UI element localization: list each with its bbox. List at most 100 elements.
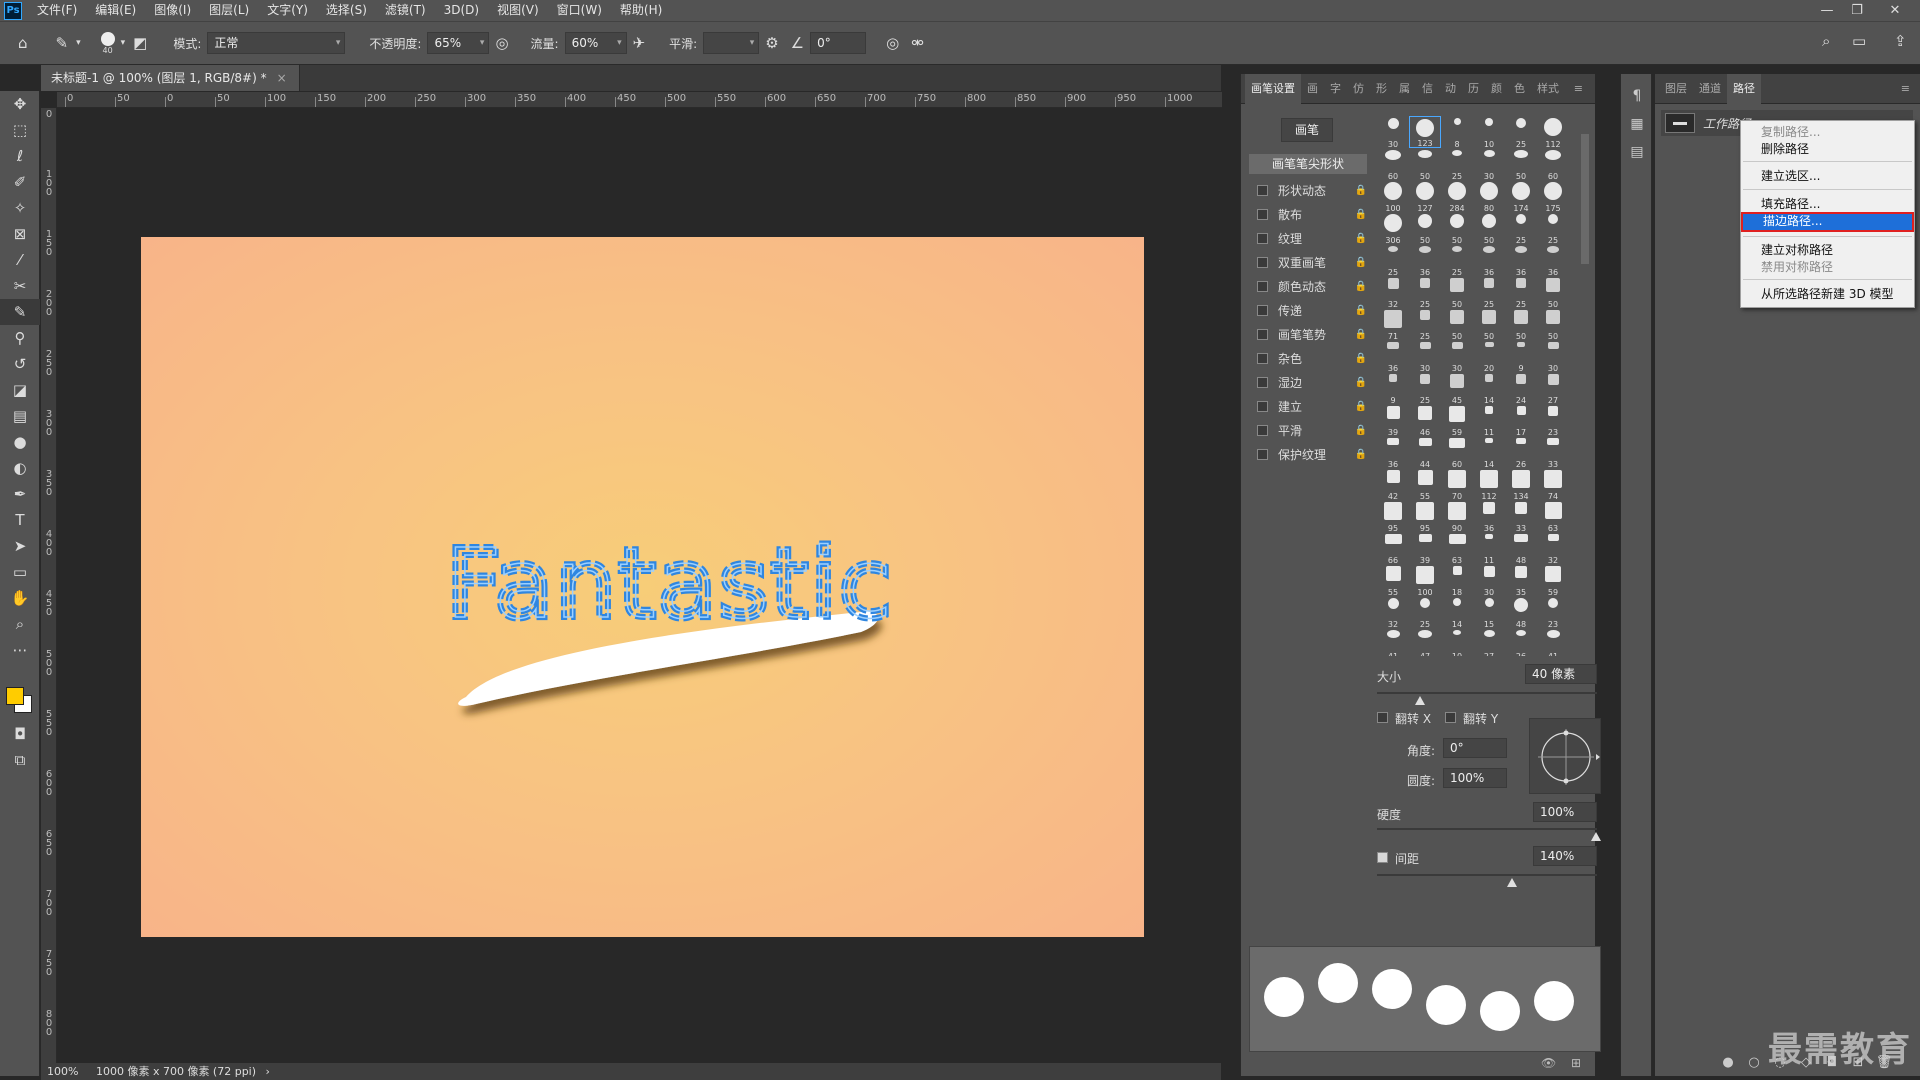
brush-option-checkbox[interactable] — [1257, 256, 1268, 268]
path-select-tool-icon[interactable]: ➤ — [0, 533, 40, 559]
lock-icon[interactable]: 🔒 — [1355, 425, 1367, 436]
airbrush-icon[interactable]: ✈ — [633, 34, 646, 52]
brush-tip[interactable]: 306 — [1377, 212, 1409, 245]
brush-tip[interactable]: 27 — [1473, 628, 1505, 656]
brush-option-row[interactable]: 散布 🔒 — [1257, 204, 1367, 224]
tab-color[interactable]: 颜 — [1485, 74, 1508, 104]
brush-tip[interactable]: 50 — [1441, 276, 1473, 309]
brush-tip[interactable]: 50 — [1441, 212, 1473, 245]
brush-tip[interactable]: 134 — [1505, 468, 1537, 501]
brush-option-checkbox[interactable] — [1257, 448, 1268, 460]
brush-tip[interactable]: 36 — [1409, 244, 1441, 277]
brush-option-checkbox[interactable] — [1257, 208, 1268, 220]
brush-option-row[interactable]: 传递 🔒 — [1257, 300, 1367, 320]
brush-option-row[interactable]: 保护纹理 🔒 — [1257, 444, 1367, 464]
menu-filter[interactable]: 滤镜(T) — [376, 0, 435, 21]
brush-tip[interactable]: 36 — [1377, 340, 1409, 373]
brush-tip[interactable]: 14 — [1473, 372, 1505, 405]
quick-select-tool-icon[interactable]: ✐ — [0, 169, 40, 195]
home-icon[interactable]: ⌂ — [18, 34, 28, 52]
menu-help[interactable]: 帮助(H) — [611, 0, 671, 21]
lock-icon[interactable]: 🔒 — [1355, 233, 1367, 244]
paragraph-icon[interactable]: ¶ — [1621, 82, 1653, 110]
tab-channels[interactable]: 通道 — [1693, 74, 1727, 104]
menu-layer[interactable]: 图层(L) — [200, 0, 258, 21]
hand-tool-icon[interactable]: ✋ — [0, 585, 40, 611]
brush-tip[interactable]: 17 — [1505, 404, 1537, 437]
brush-tip[interactable]: 44 — [1409, 436, 1441, 469]
brush-tip[interactable]: 36 — [1473, 244, 1505, 277]
brush-tip[interactable]: 112 — [1473, 468, 1505, 501]
brush-tip[interactable]: 46 — [1409, 404, 1441, 437]
marquee-tool-icon[interactable]: ⬚ — [0, 117, 40, 143]
menu-stroke-path[interactable]: 描边路径... — [1741, 212, 1914, 232]
brush-tip[interactable]: 55 — [1409, 468, 1441, 501]
brush-tip[interactable]: 74 — [1537, 468, 1569, 501]
size-slider-thumb[interactable] — [1415, 696, 1425, 705]
lock-icon[interactable]: 🔒 — [1355, 449, 1367, 460]
panel-menu-icon[interactable]: ≡ — [1568, 74, 1589, 104]
flip-x-checkbox[interactable] — [1377, 712, 1388, 723]
brush-tip[interactable]: 36 — [1537, 244, 1569, 277]
brush-tip[interactable]: 39 — [1409, 532, 1441, 565]
brush-tip[interactable]: 11 — [1473, 404, 1505, 437]
brush-tip[interactable]: 25 — [1441, 148, 1473, 181]
brush-tip[interactable]: 90 — [1441, 500, 1473, 533]
brush-tip[interactable]: 10 — [1441, 628, 1473, 656]
lock-icon[interactable]: 🔒 — [1355, 281, 1367, 292]
lock-icon[interactable]: 🔒 — [1355, 329, 1367, 340]
brush-tip[interactable]: 36 — [1377, 436, 1409, 469]
lock-icon[interactable]: 🔒 — [1355, 377, 1367, 388]
lock-icon[interactable]: 🔒 — [1355, 257, 1367, 268]
status-menu-arrow-icon[interactable]: › — [266, 1065, 270, 1078]
brush-tip[interactable]: 45 — [1441, 372, 1473, 405]
brush-option-checkbox[interactable] — [1257, 424, 1268, 436]
brush-tip[interactable]: 27 — [1537, 372, 1569, 405]
eraser-tool-icon[interactable]: ◪ — [0, 377, 40, 403]
quick-mask-icon[interactable]: ◘ — [0, 721, 40, 747]
brush-tip[interactable]: 60 — [1377, 148, 1409, 181]
lock-icon[interactable]: 🔒 — [1355, 305, 1367, 316]
tab-swatches[interactable]: 色 — [1508, 74, 1531, 104]
document-tab[interactable]: 未标题-1 @ 100% (图层 1, RGB/8#) * × — [41, 65, 300, 91]
brush-option-row[interactable]: 形状动态 🔒 — [1257, 180, 1367, 200]
panel-menu-icon[interactable]: ≡ — [1895, 74, 1916, 104]
tab-info[interactable]: 信 — [1416, 74, 1439, 104]
brush-option-row[interactable]: 双重画笔 🔒 — [1257, 252, 1367, 272]
brush-tip[interactable]: 63 — [1537, 500, 1569, 533]
minimize-button[interactable]: — — [1812, 0, 1842, 21]
brush-tip[interactable]: 95 — [1377, 500, 1409, 533]
pen-tool-icon[interactable]: ✒ — [0, 481, 40, 507]
lasso-tool-icon[interactable]: ℓ — [0, 143, 40, 169]
brush-option-row[interactable]: 平滑 🔒 — [1257, 420, 1367, 440]
tab-layers[interactable]: 图层 — [1659, 74, 1693, 104]
brush-option-checkbox[interactable] — [1257, 376, 1268, 388]
hardness-slider-thumb[interactable] — [1591, 832, 1601, 841]
healing-tool-icon[interactable]: ✂ — [0, 273, 40, 299]
brush-tip[interactable]: 47 — [1409, 628, 1441, 656]
brush-tip[interactable]: 14 — [1441, 596, 1473, 629]
library-icon[interactable]: ▦ — [1621, 110, 1653, 138]
brush-tip[interactable]: 14 — [1473, 436, 1505, 469]
brush-tip[interactable]: 25 — [1377, 244, 1409, 277]
brush-option-row[interactable]: 纹理 🔒 — [1257, 228, 1367, 248]
zoom-level[interactable]: 100% — [47, 1065, 78, 1078]
brush-grid-scrollbar[interactable] — [1581, 134, 1589, 264]
spacing-field[interactable]: 140% — [1533, 846, 1597, 866]
tab-history[interactable]: 历 — [1462, 74, 1485, 104]
menu-type[interactable]: 文字(Y) — [258, 0, 317, 21]
tab-actions[interactable]: 动 — [1439, 74, 1462, 104]
lock-icon[interactable]: 🔒 — [1355, 185, 1367, 196]
brush-tip[interactable]: 70 — [1441, 468, 1473, 501]
tab-paths[interactable]: 路径 — [1727, 73, 1761, 104]
brush-tip[interactable]: 10 — [1473, 116, 1505, 149]
brush-tip[interactable]: 25 — [1409, 276, 1441, 309]
spacing-checkbox[interactable] — [1377, 852, 1388, 863]
close-tab-icon[interactable]: × — [277, 71, 287, 85]
menu-select[interactable]: 选择(S) — [317, 0, 376, 21]
brush-tip[interactable]: 30 — [1441, 340, 1473, 373]
horizontal-ruler[interactable]: 0 50 0 50 100 150 200 250 300 350 400 450 500 550 600 6… — [57, 92, 1222, 108]
menu-delete-path[interactable]: 删除路径 — [1741, 140, 1914, 158]
eyedropper-tool-icon[interactable]: ⁄ — [0, 247, 40, 273]
brush-option-checkbox[interactable] — [1257, 280, 1268, 292]
